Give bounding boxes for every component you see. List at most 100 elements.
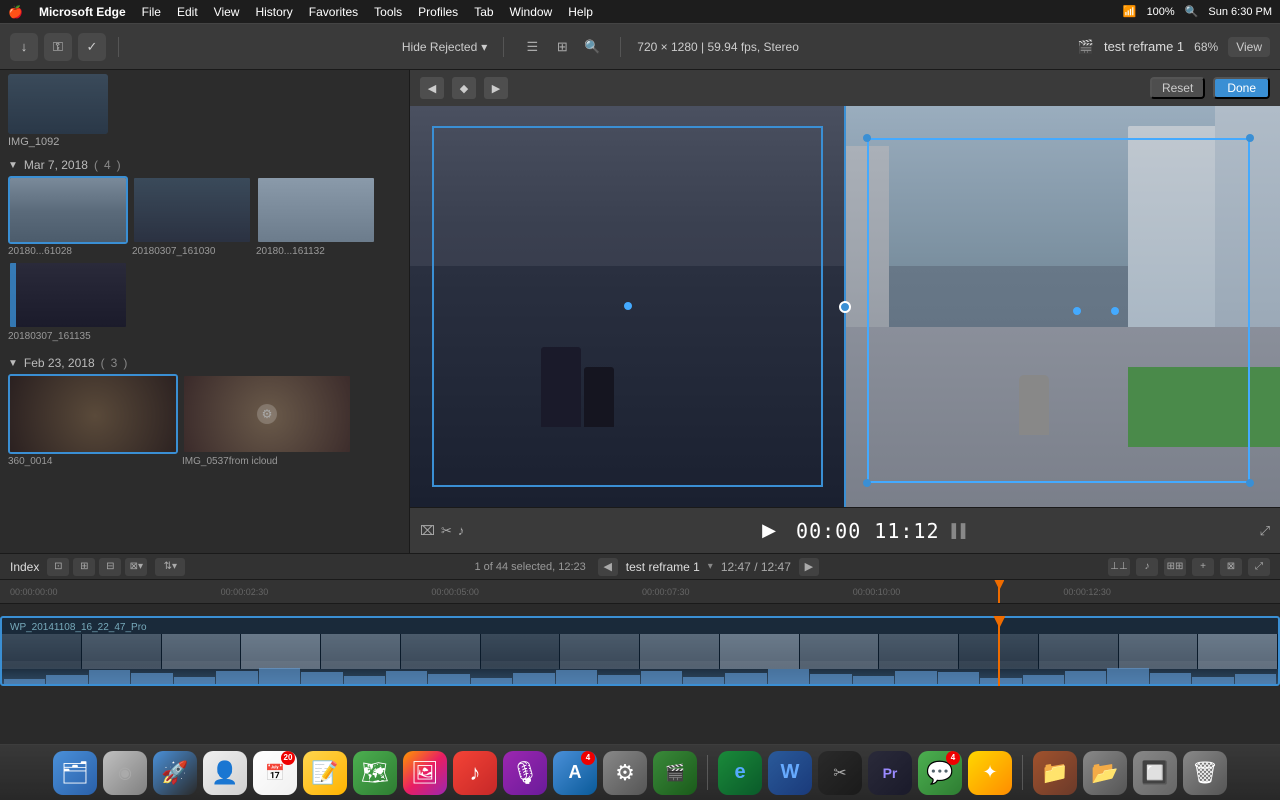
status-right-btn-4[interactable]: +	[1192, 558, 1214, 576]
clip-item-2[interactable]: 20180307_161030	[132, 176, 252, 257]
clip-thumb-2[interactable]	[132, 176, 252, 244]
status-right-btn-3[interactable]: ⊞⊞	[1164, 558, 1186, 576]
set-in-btn[interactable]: ⌧	[420, 523, 435, 539]
dock-settings[interactable]: ⚙	[603, 751, 647, 795]
app-name[interactable]: Microsoft Edge	[39, 5, 126, 19]
dock-podcasts[interactable]: 🎙	[503, 751, 547, 795]
sequence-dropdown-arrow[interactable]: ▾	[708, 561, 713, 572]
menu-history[interactable]: History	[255, 5, 292, 19]
status-icon-1[interactable]: ⊡	[47, 558, 69, 576]
clip-thumb-3[interactable]	[256, 176, 376, 244]
corner-handle-tr[interactable]	[1246, 134, 1254, 142]
dock-file2[interactable]: 📂	[1083, 751, 1127, 795]
status-icon-2[interactable]: ⊞	[73, 558, 95, 576]
date-header-mar7[interactable]: ▼ Mar 7, 2018 ( 4 )	[8, 152, 401, 176]
menu-view[interactable]: View	[214, 5, 240, 19]
dock-gemini[interactable]: ✦	[968, 751, 1012, 795]
menu-tools[interactable]: Tools	[374, 5, 402, 19]
dock-word[interactable]: W	[768, 751, 812, 795]
date-header-feb23[interactable]: ▼ Feb 23, 2018 ( 3 )	[8, 350, 401, 374]
status-icon-3[interactable]: ⊟	[99, 558, 121, 576]
sort-btn[interactable]: ⇅▾	[155, 558, 185, 576]
menu-file[interactable]: File	[142, 5, 161, 19]
clip-item-3[interactable]: 20180...161132	[256, 176, 376, 257]
dock-trash[interactable]: 🗑	[1183, 751, 1227, 795]
menu-window[interactable]: Window	[510, 5, 553, 19]
dock-appstore[interactable]: A 4	[553, 751, 597, 795]
bounding-box-right[interactable]	[867, 138, 1250, 483]
status-right-btn-1[interactable]: ⊥⊥	[1108, 558, 1130, 576]
timeline-playhead-main[interactable]	[998, 616, 1000, 686]
media-browser[interactable]: IMG_1092 ▼ Mar 7, 2018 ( 4 )	[0, 70, 410, 553]
status-icon-4[interactable]: ⊠▾	[125, 558, 147, 576]
prev-nav-left[interactable]: ◀	[420, 77, 444, 99]
clip-item-1[interactable]: 20180...61028	[8, 176, 128, 257]
menu-edit[interactable]: Edit	[177, 5, 198, 19]
index-button[interactable]: Index	[10, 560, 39, 574]
toolbar-back-btn[interactable]: ↓	[10, 33, 38, 61]
grid-view-btn[interactable]: ⊞	[550, 35, 574, 59]
dock-file3[interactable]: 🔲	[1133, 751, 1177, 795]
view-button[interactable]: View	[1228, 37, 1270, 57]
toolbar-key-btn[interactable]: ⚿	[44, 33, 72, 61]
timeline-nav-left[interactable]: ◀	[598, 558, 618, 576]
prev-nav-diamond[interactable]: ◆	[452, 77, 476, 99]
audio-btn[interactable]: ♪	[458, 523, 465, 538]
dock-file1[interactable]: 📁	[1033, 751, 1077, 795]
menu-profiles[interactable]: Profiles	[418, 5, 458, 19]
clip-item-6[interactable]: ⚙ IMG_0537from icloud	[182, 374, 352, 467]
clip-thumb-4[interactable]	[8, 261, 128, 329]
divider-handle[interactable]	[839, 301, 851, 313]
done-button[interactable]: Done	[1213, 77, 1270, 99]
menubar-search[interactable]: 🔍	[1185, 5, 1199, 18]
dock-photos[interactable]: 🖼	[403, 751, 447, 795]
preview-divider[interactable]	[844, 106, 846, 507]
set-out-btn[interactable]: ✂	[441, 523, 452, 539]
corner-handle-bl[interactable]	[863, 479, 871, 487]
menu-help[interactable]: Help	[568, 5, 593, 19]
center-handle-right-2[interactable]	[1111, 307, 1119, 315]
ruler-playhead[interactable]	[998, 580, 1000, 603]
corner-handle-tl[interactable]	[863, 134, 871, 142]
dock-contacts[interactable]: 👤	[203, 751, 247, 795]
dock-notes[interactable]: 📝	[303, 751, 347, 795]
bounding-box-left[interactable]	[432, 126, 824, 487]
dock-premiere[interactable]: Pr	[868, 751, 912, 795]
apple-menu[interactable]: 🍎	[8, 5, 23, 19]
clip-item-4[interactable]: 20180307_161135	[8, 261, 128, 342]
timeline-nav-right[interactable]: ▶	[799, 558, 819, 576]
center-handle-left[interactable]	[624, 302, 632, 310]
dock-maps[interactable]: 🗺	[353, 751, 397, 795]
play-button[interactable]: ▶	[754, 516, 784, 546]
dock-siri[interactable]: ◉	[103, 751, 147, 795]
menu-favorites[interactable]: Favorites	[309, 5, 358, 19]
dock-screenpal[interactable]: 🎬	[653, 751, 697, 795]
menu-tab[interactable]: Tab	[474, 5, 493, 19]
clip-thumb-6[interactable]: ⚙	[182, 374, 352, 454]
corner-handle-br[interactable]	[1246, 479, 1254, 487]
top-clip-thumb[interactable]	[8, 74, 108, 134]
zoom-control[interactable]: 68%	[1194, 40, 1218, 54]
status-right-btn-6[interactable]: ⤢	[1248, 558, 1270, 576]
dock-fcpx[interactable]: ✂	[818, 751, 862, 795]
dock-music[interactable]: ♪	[453, 751, 497, 795]
status-right-btn-5[interactable]: ⊠	[1220, 558, 1242, 576]
track-clip[interactable]: WP_20141108_16_22_47_Pro	[0, 616, 1280, 686]
dock-messages[interactable]: 💬 4	[918, 751, 962, 795]
clip-item-5[interactable]: 360_0014	[8, 374, 178, 467]
dock-finder[interactable]: 🗂	[53, 751, 97, 795]
status-right-btn-2[interactable]: ♪	[1136, 558, 1158, 576]
reset-button[interactable]: Reset	[1150, 77, 1205, 99]
menubar-wifi[interactable]: 📶	[1123, 5, 1137, 18]
fullscreen-btn[interactable]: ⤢	[1260, 523, 1270, 539]
dock-launchpad[interactable]: 🚀	[153, 751, 197, 795]
hide-rejected-control[interactable]: Hide Rejected ▾	[402, 40, 487, 54]
sequence-name[interactable]: test reframe 1	[626, 560, 700, 574]
dock-calendar[interactable]: 📅 20	[253, 751, 297, 795]
search-btn[interactable]: 🔍	[580, 35, 604, 59]
prev-nav-right[interactable]: ▶	[484, 77, 508, 99]
clip-thumb-1[interactable]	[8, 176, 128, 244]
toolbar-check-btn[interactable]: ✓	[78, 33, 106, 61]
center-handle-right-1[interactable]	[1073, 307, 1081, 315]
dock-edge[interactable]: e	[718, 751, 762, 795]
